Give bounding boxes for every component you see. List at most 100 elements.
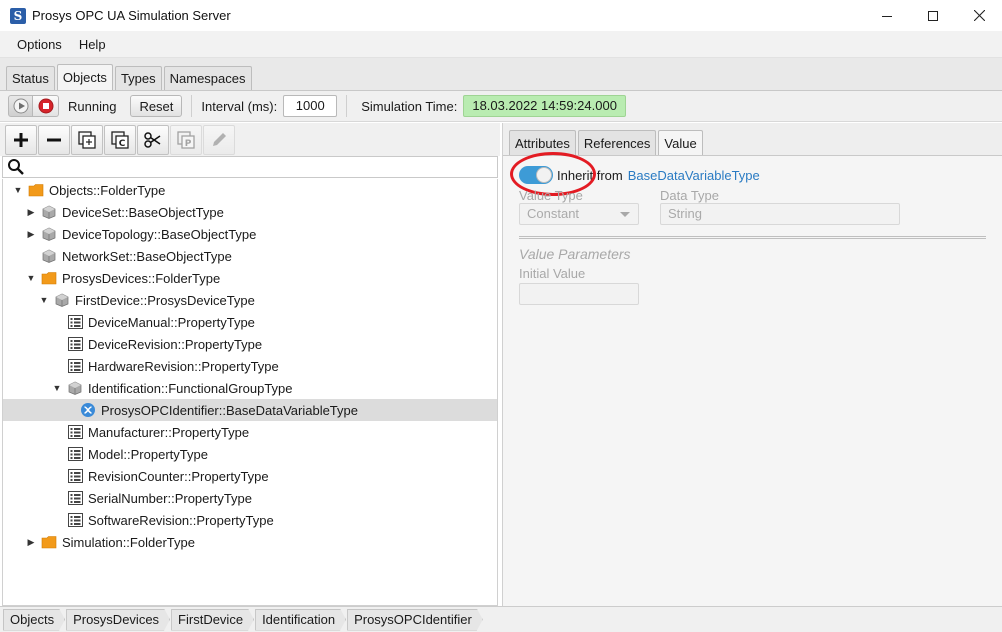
menu-help[interactable]: Help xyxy=(71,37,114,52)
tree-node[interactable]: ▼ ProsysDevices::FolderType xyxy=(3,267,497,289)
property-icon xyxy=(67,512,83,528)
collapse-arrow-icon[interactable]: ▶ xyxy=(25,206,37,218)
tree-node-label: Identification::FunctionalGroupType xyxy=(88,380,293,396)
edit-button[interactable] xyxy=(203,124,235,155)
tree-node-label: SoftwareRevision::PropertyType xyxy=(88,512,274,528)
interval-input[interactable]: 1000 xyxy=(283,95,338,117)
breadcrumb-prosysopcidentifier[interactable]: ProsysOPCIdentifier xyxy=(347,609,483,631)
tab-namespaces[interactable]: Namespaces xyxy=(163,66,252,90)
title-bar: S Prosys OPC UA Simulation Server xyxy=(0,0,1002,31)
tree-node[interactable]: ▶ DeviceTopology::BaseObjectType xyxy=(3,223,497,245)
inherit-row: Inherit from BaseDataVariableType xyxy=(510,152,760,196)
tab-types[interactable]: Types xyxy=(114,66,162,90)
folder-icon xyxy=(41,534,57,550)
search-input[interactable] xyxy=(25,158,497,176)
copy-icon xyxy=(78,130,96,149)
tree-node[interactable]: ▼ FirstDevice::ProsysDeviceType xyxy=(3,289,497,311)
paste-button[interactable]: P xyxy=(170,124,202,155)
property-icon xyxy=(67,358,83,374)
stop-icon xyxy=(38,98,53,114)
tab-references[interactable]: References xyxy=(577,130,657,155)
expand-arrow-icon[interactable]: ▼ xyxy=(51,382,63,394)
tree-node[interactable]: ▶ Simulation::FolderType xyxy=(3,531,497,553)
tree-node[interactable]: RevisionCounter::PropertyType xyxy=(3,465,497,487)
close-button[interactable] xyxy=(956,0,1002,31)
main-tab-bar: Status Objects Types Namespaces xyxy=(0,58,1002,91)
tree-node[interactable]: Model::PropertyType xyxy=(3,443,497,465)
property-icon xyxy=(67,314,83,330)
tree-node[interactable]: NetworkSet::BaseObjectType xyxy=(3,245,497,267)
toolbar-separator xyxy=(191,95,193,117)
collapse-arrow-icon[interactable]: ▶ xyxy=(25,228,37,240)
copy-button[interactable] xyxy=(71,124,103,155)
breadcrumb-prosysdevices[interactable]: ProsysDevices xyxy=(66,609,170,631)
initial-value-field[interactable] xyxy=(519,283,639,305)
value-parameters-title: Value Parameters xyxy=(519,246,631,262)
play-button[interactable] xyxy=(8,95,33,117)
tab-value[interactable]: Value xyxy=(658,130,703,155)
svg-text:C: C xyxy=(119,139,126,149)
menu-options[interactable]: Options xyxy=(9,37,70,52)
expand-arrow-icon[interactable]: ▼ xyxy=(38,294,50,306)
tree-node-label: ProsysOPCIdentifier::BaseDataVariableTyp… xyxy=(101,402,358,418)
tree-node-label: RevisionCounter::PropertyType xyxy=(88,468,269,484)
tab-status[interactable]: Status xyxy=(6,66,55,90)
toolbar-separator xyxy=(346,95,348,117)
collapse-arrow-icon[interactable]: ▶ xyxy=(25,536,37,548)
tree-node[interactable]: ProsysOPCIdentifier::BaseDataVariableTyp… xyxy=(3,399,497,421)
tree-node-label: SerialNumber::PropertyType xyxy=(88,490,253,506)
inherit-type-link[interactable]: BaseDataVariableType xyxy=(628,168,760,183)
menu-bar: Options Help xyxy=(0,31,1002,58)
tree-toolbar: C P xyxy=(0,123,500,156)
svg-text:P: P xyxy=(185,139,192,149)
maximize-button[interactable] xyxy=(910,0,956,31)
breadcrumb-objects[interactable]: Objects xyxy=(3,609,65,631)
stop-button[interactable] xyxy=(33,95,59,117)
tree-node[interactable]: DeviceManual::PropertyType xyxy=(3,311,497,333)
tree-node[interactable]: SoftwareRevision::PropertyType xyxy=(3,509,497,531)
edit-icon xyxy=(213,132,226,146)
breadcrumb-identification[interactable]: Identification xyxy=(255,609,346,631)
copy-special-button[interactable]: C xyxy=(104,124,136,155)
play-icon xyxy=(13,98,28,114)
tree-node-label: NetworkSet::BaseObjectType xyxy=(62,248,232,264)
tree-node-label: Simulation::FolderType xyxy=(62,534,195,550)
folder-icon xyxy=(41,270,57,286)
details-panel: Attributes References Value Inherit from… xyxy=(502,123,1002,606)
remove-icon xyxy=(47,138,61,141)
property-icon xyxy=(67,446,83,462)
expand-arrow-icon[interactable]: ▼ xyxy=(12,184,24,196)
close-icon xyxy=(973,10,985,21)
reset-button[interactable]: Reset xyxy=(130,95,183,117)
tree-node[interactable]: HardwareRevision::PropertyType xyxy=(3,355,497,377)
tree-node[interactable]: ▼ Identification::FunctionalGroupType xyxy=(3,377,497,399)
tree-node[interactable]: SerialNumber::PropertyType xyxy=(3,487,497,509)
tab-attributes[interactable]: Attributes xyxy=(509,130,576,155)
tree-node[interactable]: DeviceRevision::PropertyType xyxy=(3,333,497,355)
tree-node-label: DeviceRevision::PropertyType xyxy=(88,336,263,352)
initial-value-label: Initial Value xyxy=(519,266,586,281)
tree-node[interactable]: ▶ DeviceSet::BaseObjectType xyxy=(3,201,497,223)
minimize-button[interactable] xyxy=(864,0,910,31)
tree-node[interactable]: Manufacturer::PropertyType xyxy=(3,421,497,443)
simulation-time-value: 18.03.2022 14:59:24.000 xyxy=(463,95,626,117)
tree-node-label: Objects::FolderType xyxy=(49,182,166,198)
add-node-button[interactable] xyxy=(5,124,37,155)
breadcrumb-firstdevice[interactable]: FirstDevice xyxy=(171,609,254,631)
tree-node[interactable]: ▼ Objects::FolderType xyxy=(3,179,497,201)
tree-node-label: DeviceTopology::BaseObjectType xyxy=(62,226,257,242)
interval-label: Interval (ms): xyxy=(201,98,278,114)
object-icon xyxy=(41,204,57,220)
tree-node-label: DeviceManual::PropertyType xyxy=(88,314,255,330)
remove-node-button[interactable] xyxy=(38,124,70,155)
cut-button[interactable] xyxy=(137,124,169,155)
tab-objects[interactable]: Objects xyxy=(56,64,113,90)
object-icon xyxy=(41,226,57,242)
data-type-field[interactable]: String xyxy=(660,203,900,225)
expand-arrow-icon[interactable]: ▼ xyxy=(25,272,37,284)
window-title: Prosys OPC UA Simulation Server xyxy=(32,8,231,23)
value-type-select[interactable]: Constant xyxy=(519,203,639,225)
